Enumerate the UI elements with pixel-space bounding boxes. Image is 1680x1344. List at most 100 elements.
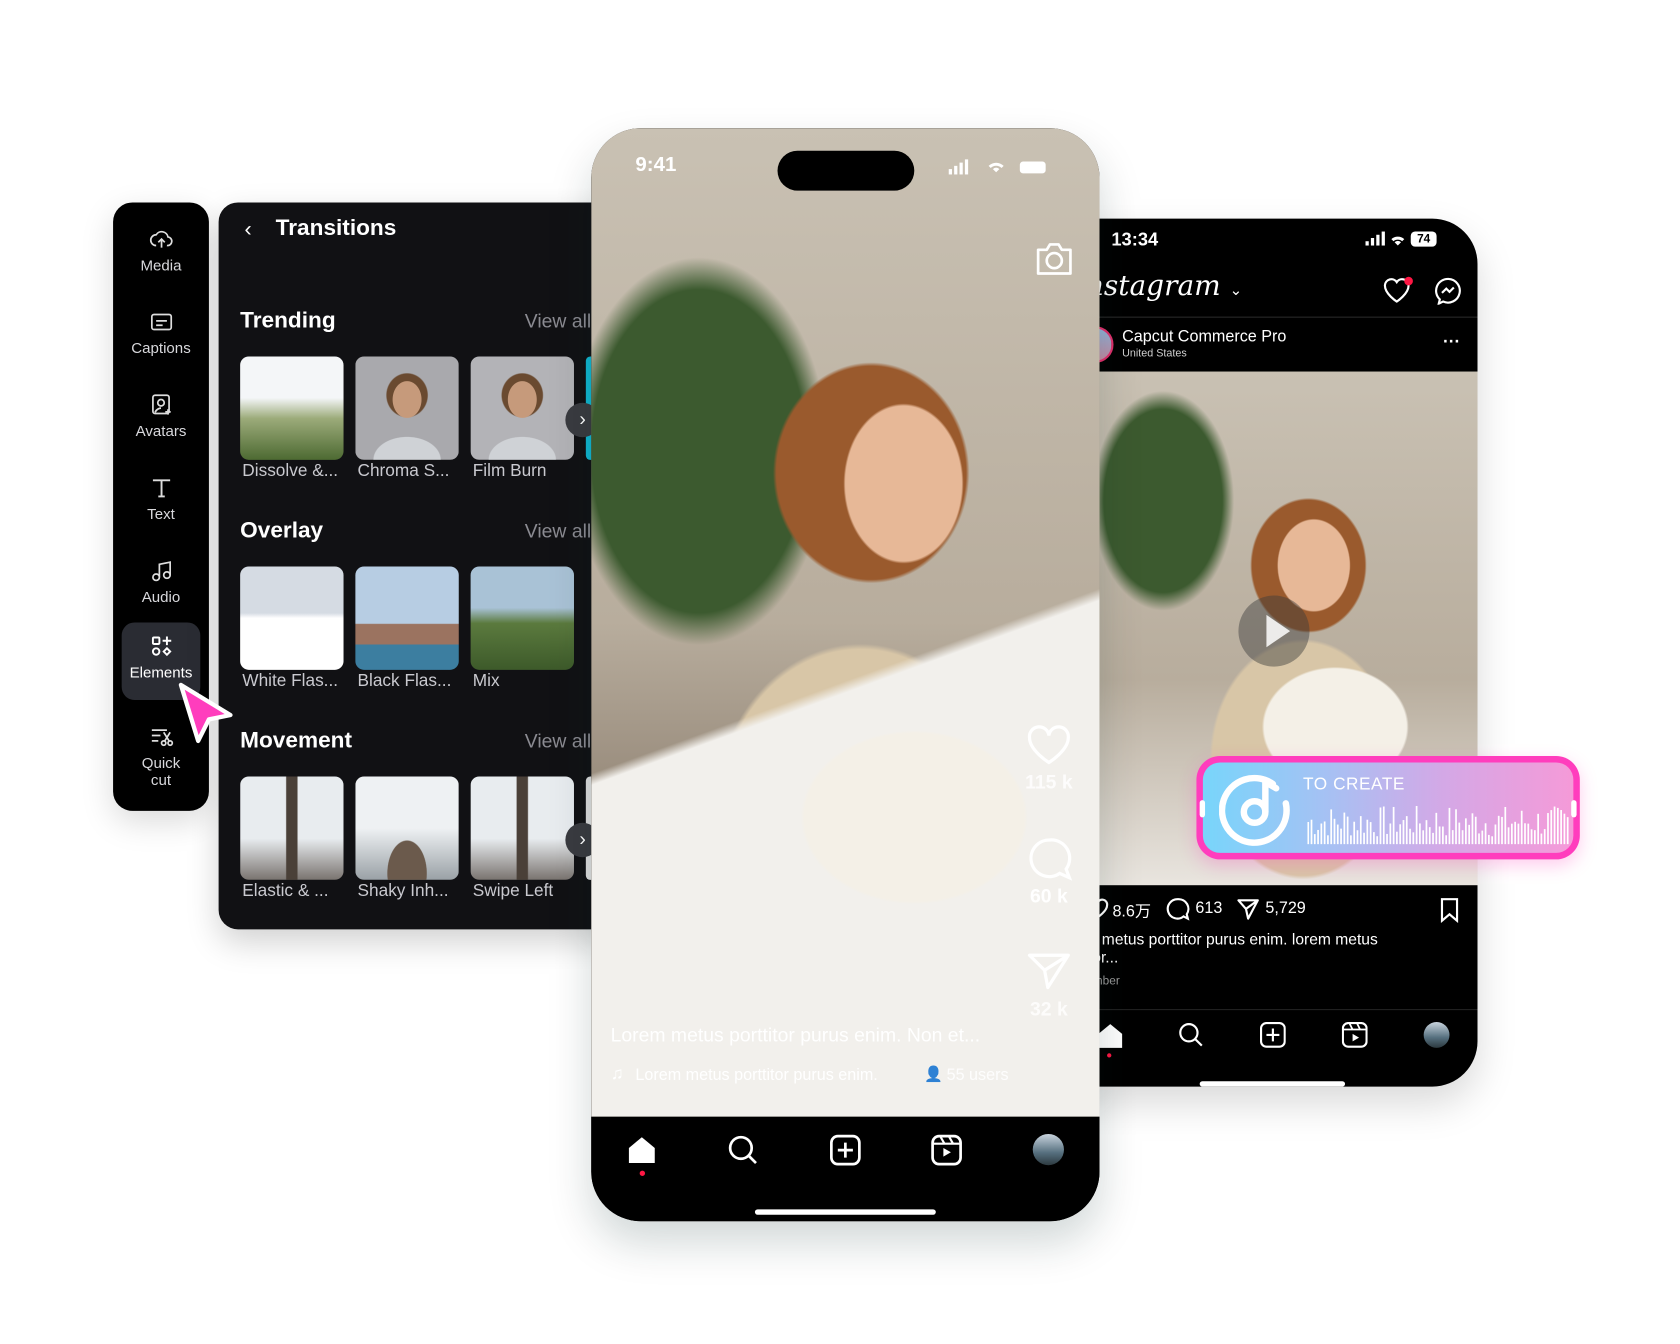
music-track[interactable]: Lorem metus porttitor purus enim. [635, 1066, 877, 1084]
home-icon[interactable] [1096, 1022, 1124, 1050]
profile-avatar[interactable] [1032, 1133, 1064, 1166]
audio-sticker[interactable]: TO CREATE [1196, 755, 1580, 860]
sidebar-item-captions[interactable]: Captions [122, 298, 201, 376]
waveform-bar [1474, 816, 1477, 845]
comment-icon[interactable] [1166, 897, 1190, 921]
overlay-thumb-black-flash[interactable] [355, 566, 459, 670]
camera-icon[interactable] [1034, 239, 1075, 278]
home-icon[interactable] [626, 1134, 658, 1166]
waveform-bar [1556, 807, 1559, 845]
reels-icon[interactable] [1341, 1021, 1368, 1048]
section-title-trending: Trending [240, 307, 336, 333]
waveform-bar [1455, 809, 1457, 845]
waveform-bar [1356, 830, 1359, 845]
overlay-thumb-mix[interactable] [470, 566, 574, 670]
waveform-bar [1389, 823, 1392, 845]
waveform-bar [1373, 832, 1375, 845]
sidebar-item-media[interactable]: Media [122, 215, 201, 293]
transition-label: Chroma S... [357, 461, 450, 481]
sidebar-item-audio[interactable]: Audio [122, 547, 201, 625]
bookmark-icon[interactable] [1439, 897, 1461, 923]
waveform-bar [1481, 830, 1484, 845]
waveform-bar [1422, 830, 1425, 845]
waveform-bar [1392, 806, 1395, 845]
like-heart-icon[interactable] [1026, 724, 1071, 767]
waveform-bar [1478, 833, 1480, 845]
waveform-bar [1369, 822, 1372, 845]
movement-thumb-shaky[interactable] [355, 776, 459, 880]
view-all-movement-link[interactable]: View all [525, 730, 591, 753]
movement-thumb-elastic[interactable] [240, 776, 344, 880]
panel-title: Transitions [275, 215, 397, 241]
section-title-movement: Movement [240, 727, 352, 753]
waveform-bar [1510, 823, 1513, 845]
play-button[interactable] [1238, 595, 1310, 667]
waveform-bar [1550, 810, 1553, 845]
waveform-bar [1307, 821, 1310, 845]
movement-thumb-swipe-left[interactable] [470, 776, 574, 880]
music-note-icon [151, 561, 171, 582]
transition-thumb-film-burn[interactable] [470, 356, 574, 460]
search-icon[interactable] [727, 1134, 759, 1166]
create-plus-icon[interactable] [1259, 1021, 1286, 1048]
active-dot [639, 1170, 646, 1176]
waveform-bar [1566, 817, 1569, 845]
waveform-bar [1435, 812, 1438, 845]
messenger-icon[interactable] [1434, 277, 1462, 305]
waveform-bar [1488, 834, 1490, 845]
waveform-bar [1547, 813, 1549, 845]
elements-icon [151, 636, 171, 657]
text-icon [152, 479, 170, 498]
waveform-bar [1363, 832, 1365, 845]
account-name[interactable]: Capcut Commerce Pro [1122, 327, 1286, 345]
profile-avatar[interactable] [1423, 1021, 1450, 1048]
share-send-icon[interactable] [1026, 949, 1071, 992]
play-icon [1266, 614, 1291, 648]
view-all-overlay-link[interactable]: View all [525, 520, 591, 543]
overlay-thumb-white-flash[interactable] [240, 566, 344, 670]
account-location: United States [1122, 347, 1187, 360]
quick-cut-icon [151, 729, 173, 747]
post-caption: Lorem metus porttitor purus enim. lorem … [1066, 931, 1378, 968]
waveform-bar [1415, 805, 1418, 845]
search-icon[interactable] [1178, 1022, 1204, 1048]
trim-handle-right[interactable] [1571, 800, 1577, 818]
transition-thumb-chroma[interactable] [355, 356, 459, 460]
signal-wifi-icons [1365, 231, 1405, 246]
waveform-bar [1366, 819, 1369, 845]
transition-label: Shaky Inh... [357, 881, 449, 901]
waveform-bar [1313, 834, 1316, 845]
notifications-heart-icon[interactable] [1383, 275, 1415, 305]
waveform-bar [1333, 818, 1336, 845]
sidebar-item-text[interactable]: Text [122, 464, 201, 542]
transitions-panel: ‹ Transitions Trending View all › Dissol… [218, 202, 627, 930]
create-plus-icon[interactable] [829, 1134, 861, 1166]
transition-label: Elastic & ... [242, 881, 329, 901]
share-send-icon[interactable] [1236, 897, 1260, 921]
sidebar-item-avatars[interactable]: Avatars [122, 381, 201, 459]
waveform-bar [1353, 821, 1356, 845]
more-options-icon[interactable]: ··· [1443, 333, 1460, 352]
waveform-bar [1484, 823, 1487, 845]
reels-icon[interactable] [930, 1134, 962, 1166]
view-all-trending-link[interactable]: View all [525, 310, 591, 333]
trim-handle-left[interactable] [1199, 800, 1206, 818]
transition-thumb-dissolve[interactable] [240, 356, 344, 460]
waveform-bar [1396, 831, 1398, 845]
instagram-logo[interactable]: Instagram ⌄ [1075, 270, 1243, 302]
waveform-bar [1451, 830, 1454, 845]
waveform-bar [1386, 833, 1388, 845]
waveform-bar [1327, 835, 1329, 845]
music-disc-icon [1219, 774, 1290, 846]
waveform-bar [1330, 809, 1333, 845]
waveform-bar [1543, 829, 1546, 845]
waveform-bar [1323, 821, 1326, 845]
waveform-bar [1468, 824, 1471, 845]
waveform-bar [1461, 830, 1464, 845]
status-time: 13:34 [1111, 229, 1159, 250]
back-chevron-icon[interactable]: ‹ [244, 218, 251, 243]
waveform-bar [1359, 816, 1362, 845]
like-count: 8.6万 [1112, 902, 1152, 921]
waveform-bar [1540, 833, 1543, 845]
comment-bubble-icon[interactable] [1026, 836, 1073, 883]
